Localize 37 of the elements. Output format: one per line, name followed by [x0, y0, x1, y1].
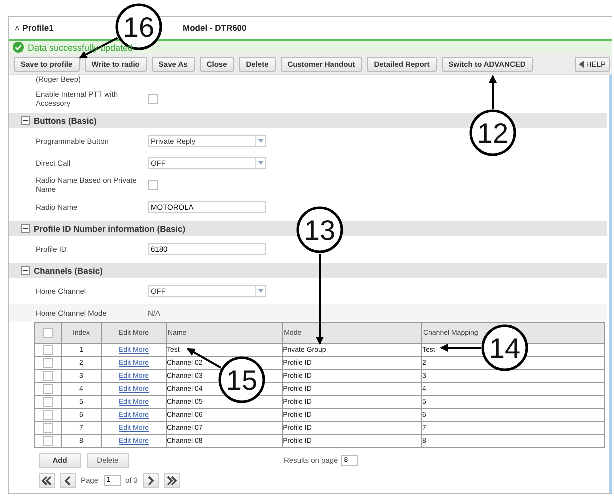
scrollbar[interactable] — [609, 75, 612, 493]
model-title: Model - DTR600 — [183, 23, 247, 33]
callout-marker: 12 — [470, 110, 516, 156]
row-checkbox[interactable] — [43, 371, 53, 381]
collapse-caret-icon[interactable]: ˄ — [15, 24, 20, 32]
dropdown-arrow-icon[interactable] — [255, 158, 265, 168]
callout-marker: 14 — [482, 324, 528, 372]
collapse-toggle-icon[interactable] — [21, 224, 30, 233]
pointer-arrow — [440, 344, 481, 352]
section-title: Channels (Basic) — [34, 266, 103, 276]
callout-marker: 13 — [296, 206, 344, 254]
checkbox[interactable] — [148, 180, 158, 190]
collapse-toggle-icon[interactable] — [21, 266, 30, 275]
previous-page-icon[interactable] — [60, 473, 76, 488]
row-checkbox[interactable] — [43, 436, 53, 446]
dropdown-arrow-icon[interactable] — [255, 286, 265, 296]
section-header[interactable]: Channels (Basic) — [9, 263, 607, 278]
row-checkbox[interactable] — [43, 384, 53, 394]
first-page-icon[interactable] — [39, 473, 55, 488]
row-checkbox[interactable] — [43, 358, 53, 368]
last-page-icon[interactable] — [164, 473, 180, 488]
dropdown-arrow-icon[interactable] — [255, 136, 265, 146]
row-checkbox[interactable] — [43, 423, 53, 433]
section-title: Profile ID Number information (Basic) — [34, 224, 186, 234]
checkbox[interactable] — [148, 94, 158, 104]
next-page-icon[interactable] — [143, 473, 160, 488]
row-checkbox[interactable] — [43, 397, 53, 407]
window-title: Profile1 — [22, 23, 54, 33]
section-title: Buttons (Basic) — [34, 116, 97, 126]
row-checkbox[interactable] — [43, 410, 53, 420]
status-message: Data successfully updated — [28, 42, 134, 52]
pointer-arrow — [489, 75, 497, 109]
select-all-checkbox[interactable] — [43, 328, 53, 338]
row-checkbox[interactable] — [43, 345, 53, 355]
success-check-icon — [13, 42, 24, 53]
collapse-toggle-icon[interactable] — [21, 116, 30, 125]
left-triangle-icon — [579, 60, 584, 68]
